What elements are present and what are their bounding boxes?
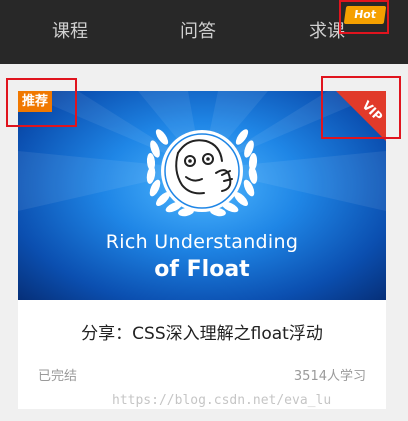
recommend-badge: 推荐 [18,91,53,112]
course-card[interactable]: Rich Understanding of Float 推荐 VIP 分享：CS… [18,91,386,409]
hot-annotation-box: Hot [339,0,389,34]
course-title[interactable]: 分享：CSS深入理解之float浮动 [18,322,386,346]
course-thumbnail[interactable]: Rich Understanding of Float 推荐 VIP [18,91,386,300]
hot-badge: Hot [343,6,387,24]
thumbnail-title-line1: Rich Understanding [105,231,299,253]
watermark: https://blog.csdn.net/eva_lu [112,393,332,408]
vip-ribbon: VIP [336,91,386,141]
tab-qa[interactable]: 问答 [180,20,216,44]
page: 课程 问答 求课 Hot Rich Understanding of Float… [0,0,408,421]
tab-courses[interactable]: 课程 [52,20,88,44]
thumbnail-title-line2: of Float [154,257,250,282]
learner-count: 3514人学习 [293,369,366,384]
top-nav: 课程 问答 求课 Hot [0,0,408,64]
course-status: 已完结 [38,369,78,384]
